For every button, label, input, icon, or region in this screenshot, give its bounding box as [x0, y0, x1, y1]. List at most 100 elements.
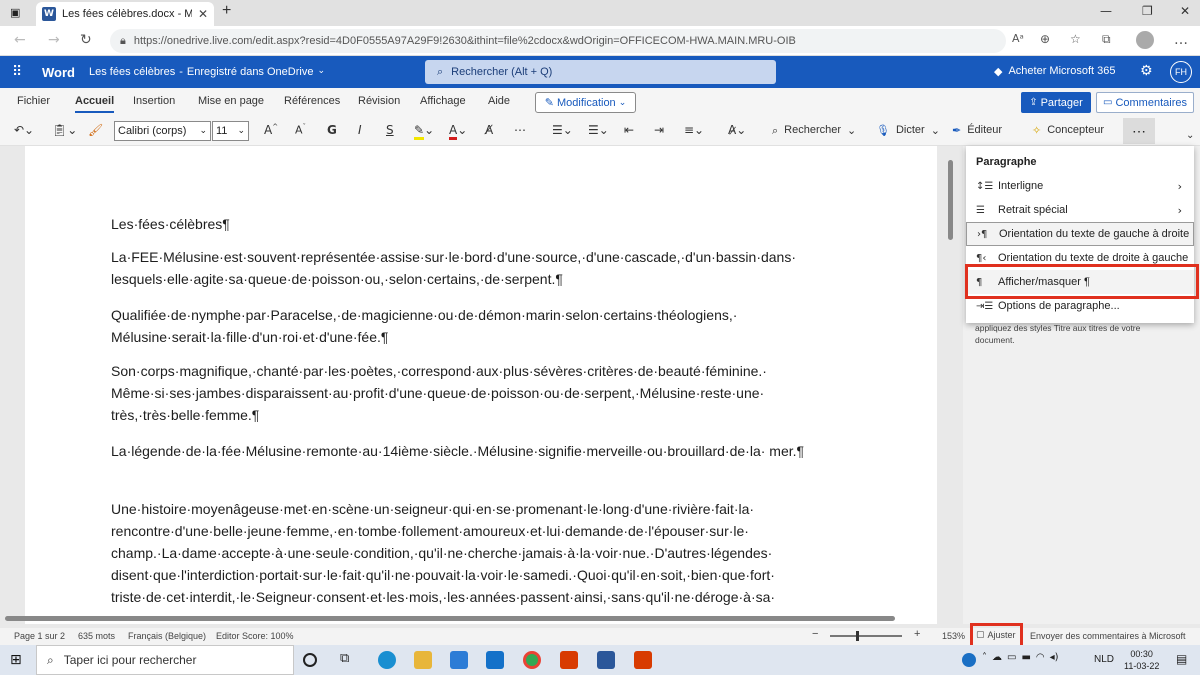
feedback-link[interactable]: Envoyer des commentaires à Microsoft: [1030, 631, 1186, 641]
new-tab-icon[interactable]: +: [222, 2, 231, 20]
browser-tab[interactable]: W Les fées célèbres.docx - Microsof ✕: [36, 2, 214, 26]
paragraph[interactable]: La·légende·de·la·fée·Mélusine·remonte·au…: [111, 440, 856, 462]
editor-button[interactable]: ✒︎ Éditeur: [952, 124, 1002, 137]
app-launcher-icon[interactable]: ⠿: [12, 64, 22, 80]
font-family-select[interactable]: Calibri (corps) ⌄: [114, 121, 211, 141]
clock[interactable]: 00:30 11-03-22: [1124, 648, 1159, 672]
tab-insertion[interactable]: Insertion: [133, 95, 175, 107]
url-field[interactable]: 🔒︎ https://onedrive.live.com/edit.aspx?r…: [110, 29, 1006, 53]
share-button[interactable]: ⇪ Partager: [1021, 92, 1091, 113]
grow-font-icon[interactable]: A^: [264, 123, 278, 137]
user-avatar[interactable]: FH: [1170, 61, 1192, 83]
onedrive-icon: ☁: [992, 652, 1002, 663]
cortana-icon[interactable]: [303, 653, 317, 667]
tab-revision[interactable]: Révision: [358, 95, 400, 107]
close-tab-icon[interactable]: ✕: [198, 7, 208, 21]
app-available-icon[interactable]: ⊕: [1040, 32, 1050, 46]
format-painter-icon[interactable]: 🖌︎: [88, 123, 103, 137]
underline-icon[interactable]: S: [386, 123, 394, 137]
styles-icon[interactable]: A̷⌄: [728, 123, 746, 137]
zoom-slider[interactable]: [830, 635, 902, 637]
align-icon[interactable]: ≡⌄: [684, 123, 704, 137]
windows-start-icon[interactable]: ⊞: [10, 652, 22, 668]
zoom-in-icon[interactable]: +: [914, 628, 920, 640]
document-page[interactable]: Les·fées·célèbres¶ La·FEE·Mélusine·est·s…: [25, 146, 937, 624]
browser-tab-bar: ▣ W Les fées célèbres.docx - Microsof ✕ …: [0, 0, 1200, 26]
paragraph[interactable]: Une·histoire·moyenâgeuse·met·en·scène·un…: [111, 498, 856, 608]
menu-item-ltr[interactable]: ›¶ Orientation du texte de gauche à droi…: [966, 222, 1194, 246]
action-center-icon[interactable]: ▤: [1176, 652, 1187, 666]
tab-accueil[interactable]: Accueil: [75, 95, 115, 113]
menu-item-line-spacing[interactable]: ↕☰ Interligne ›: [966, 174, 1194, 198]
zoom-out-icon[interactable]: −: [812, 628, 818, 640]
tab-aide[interactable]: Aide: [488, 95, 510, 107]
tab-fichier[interactable]: Fichier: [17, 95, 50, 107]
task-view-icon[interactable]: ⧉: [340, 651, 349, 666]
paragraph[interactable]: La·FEE·Mélusine·est·souvent·représentée·…: [111, 246, 856, 290]
favorites-icon[interactable]: ☆: [1070, 32, 1081, 46]
store-icon[interactable]: [450, 651, 468, 669]
chrome-icon[interactable]: [523, 651, 541, 669]
settings-gear-icon[interactable]: ⚙: [1140, 63, 1153, 79]
language-indicator[interactable]: NLD: [1094, 654, 1114, 665]
collections-icon[interactable]: ⧉: [1102, 32, 1111, 47]
document-title-area[interactable]: Les fées célèbres - Enregistré dans OneD…: [89, 66, 325, 78]
horizontal-scrollbar[interactable]: [5, 616, 895, 621]
comments-button[interactable]: ▭ Commentaires: [1096, 92, 1194, 113]
increase-indent-icon[interactable]: ⇥: [654, 123, 664, 137]
numbering-icon[interactable]: ☰⌄: [588, 123, 609, 137]
more-options-button[interactable]: ⋯: [1123, 118, 1155, 144]
tab-mise-en-page[interactable]: Mise en page: [198, 95, 264, 107]
paste-icon[interactable]: 📋︎⌄: [52, 123, 77, 137]
notification-user-icon[interactable]: [962, 653, 976, 667]
forward-icon[interactable]: →: [48, 32, 60, 48]
bullets-icon[interactable]: ☰⌄: [552, 123, 573, 137]
mail-icon[interactable]: [486, 651, 504, 669]
indent-icon: ☰: [976, 204, 985, 216]
highlight-icon[interactable]: ✎⌄: [414, 123, 434, 140]
editor-score[interactable]: Editor Score: 100%: [216, 631, 294, 641]
editing-mode-button[interactable]: ✎ Modification ⌄: [535, 92, 636, 113]
restore-icon[interactable]: ❐: [1142, 4, 1153, 18]
more-icon[interactable]: …: [1174, 32, 1188, 48]
tab-actions-icon[interactable]: ▣: [10, 6, 20, 19]
zoom-level[interactable]: 153%: [942, 631, 965, 641]
dictate-button[interactable]: 🎙︎ Dicter ⌄: [876, 124, 940, 137]
font-color-icon[interactable]: A⌄: [449, 123, 467, 140]
more-font-options-icon[interactable]: ⋯: [514, 123, 526, 137]
shrink-font-icon[interactable]: Aˇ: [295, 123, 306, 137]
doc-title-paragraph[interactable]: Les·fées·célèbres¶: [111, 213, 856, 235]
tab-affichage[interactable]: Affichage: [420, 95, 466, 107]
office-icon[interactable]: [634, 651, 652, 669]
decrease-indent-icon[interactable]: ⇤: [624, 123, 634, 137]
paragraph[interactable]: Son·corps·magnifique,·chanté·par·les·poè…: [111, 360, 856, 426]
word-taskbar-icon[interactable]: [597, 651, 615, 669]
zoom-slider-thumb[interactable]: [856, 631, 859, 641]
buy-link[interactable]: ◆ Acheter Microsoft 365: [994, 65, 1115, 78]
paragraph[interactable]: Qualifiée·de·nymphe·par·Paracelse,·de·ma…: [111, 304, 856, 348]
minimize-icon[interactable]: —: [1100, 4, 1112, 18]
vertical-scrollbar-thumb[interactable]: [948, 160, 953, 240]
read-aloud-icon[interactable]: Aᵃ: [1012, 32, 1024, 45]
tab-references[interactable]: Références: [284, 95, 340, 107]
bold-icon[interactable]: G: [327, 123, 337, 137]
find-button[interactable]: ⌕ Rechercher ⌄: [772, 124, 856, 138]
office-icon[interactable]: [560, 651, 578, 669]
taskbar-search[interactable]: ⌕ Taper ici pour rechercher: [36, 645, 294, 675]
refresh-icon[interactable]: ↻: [80, 32, 92, 48]
menu-item-special-indent[interactable]: ☰ Retrait spécial ›: [966, 198, 1194, 222]
italic-icon[interactable]: I: [358, 123, 362, 137]
back-icon[interactable]: ←: [14, 32, 26, 48]
system-tray-icons[interactable]: ˄ ☁ ▭ ▬ ◠ ◂): [982, 652, 1059, 663]
file-explorer-icon[interactable]: [414, 651, 432, 669]
close-window-icon[interactable]: ✕: [1180, 4, 1190, 18]
font-size-select[interactable]: 11 ⌄: [212, 121, 249, 141]
profile-avatar[interactable]: [1136, 31, 1154, 49]
language[interactable]: Français (Belgique): [128, 631, 206, 641]
collapse-ribbon-icon[interactable]: ⌄: [1186, 130, 1194, 141]
clear-format-icon[interactable]: A̸: [485, 123, 493, 137]
edge-icon[interactable]: [378, 651, 396, 669]
designer-button[interactable]: ✧ Concepteur: [1032, 124, 1104, 137]
undo-icon[interactable]: ↶⌄: [14, 123, 34, 137]
search-input[interactable]: ⌕ Rechercher (Alt + Q): [425, 60, 776, 84]
